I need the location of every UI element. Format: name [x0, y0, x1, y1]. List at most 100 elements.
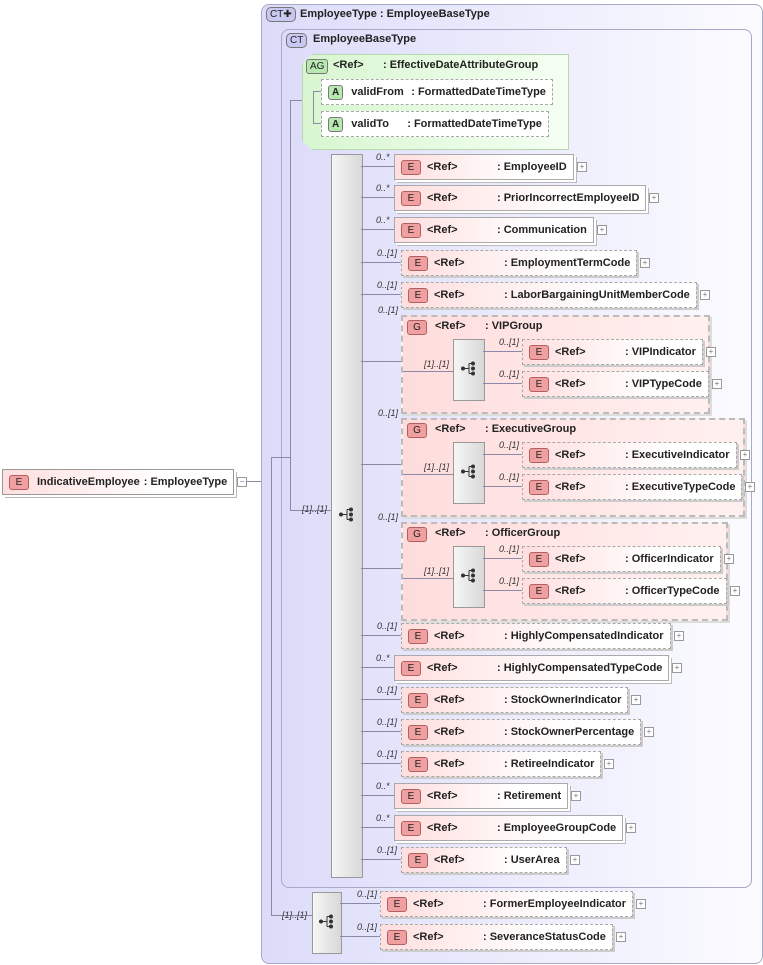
element-ref[interactable]: E <Ref>: HighlyCompensatedTypeCode [394, 655, 670, 681]
element-name: : EmploymentTermCode [504, 257, 631, 269]
cardinality-label: 0..[1] [377, 621, 398, 631]
connector-line [483, 351, 522, 352]
element-name: : EmployeeID [497, 161, 567, 173]
element-badge-icon: E [9, 474, 29, 490]
expand-icon[interactable]: + [626, 823, 636, 833]
cardinality-label: 0..* [376, 781, 390, 791]
element-name: : StockOwnerIndicator [504, 694, 622, 706]
expand-icon[interactable]: + [597, 225, 607, 235]
cardinality-label: 0..[1] [377, 280, 398, 290]
element-ref[interactable]: E <Ref>: RetireeIndicator [401, 751, 602, 777]
expand-icon[interactable]: + [740, 450, 750, 460]
attribute-group-name: : EffectiveDateAttributeGroup [383, 59, 539, 71]
main-sequence-compositor[interactable] [331, 154, 363, 878]
element-ref[interactable]: E <Ref>: EmployeeID [394, 154, 574, 180]
element-badge-icon: E [408, 255, 428, 271]
expand-icon[interactable]: + [577, 162, 587, 172]
connector-line [361, 667, 394, 668]
element-badge-icon: E [529, 551, 549, 567]
ref-label: <Ref> [555, 449, 586, 461]
attribute-0[interactable]: AvalidFrom: FormattedDateTimeType [321, 79, 553, 105]
element-ref[interactable]: E <Ref>: Communication [394, 217, 594, 243]
connector-line [340, 936, 380, 937]
element-ref[interactable]: E <Ref>: Retirement [394, 783, 569, 809]
group-child-element[interactable]: E <Ref>: OfficerIndicator [522, 546, 721, 572]
element-badge-icon: E [401, 660, 421, 676]
ref-label: <Ref> [427, 224, 458, 236]
element-badge-icon: E [408, 692, 428, 708]
element-name: : VIPTypeCode [625, 378, 702, 390]
connector-line [313, 123, 321, 124]
bottom-sequence-compositor[interactable] [312, 892, 342, 954]
element-name: : ExecutiveIndicator [625, 449, 730, 461]
expand-icon[interactable]: + [674, 631, 684, 641]
cardinality-label: 0..[1] [499, 544, 520, 554]
group-sequence-compositor[interactable] [453, 442, 485, 504]
connector-line [361, 635, 401, 636]
group-child-element[interactable]: E <Ref>: OfficerTypeCode [522, 578, 727, 604]
expand-icon[interactable]: + [724, 554, 734, 564]
connector-line [361, 827, 394, 828]
connector-line [361, 699, 401, 700]
group-badge-icon: G [407, 527, 427, 542]
expand-icon[interactable]: + [706, 347, 716, 357]
sequence-icon [338, 507, 356, 526]
group-child-element[interactable]: E <Ref>: ExecutiveTypeCode [522, 474, 743, 500]
element-ref[interactable]: E <Ref>: FormerEmployeeIndicator [380, 891, 634, 917]
element-badge-icon: E [401, 222, 421, 238]
group-child-element[interactable]: E <Ref>: VIPIndicator [522, 339, 703, 365]
element-ref[interactable]: E <Ref>: StockOwnerIndicator [401, 687, 629, 713]
element-badge-icon: E [529, 376, 549, 392]
expand-icon[interactable]: + [570, 855, 580, 865]
expand-icon[interactable]: + [640, 258, 650, 268]
connector-line [403, 371, 453, 372]
element-badge-icon: E [401, 820, 421, 836]
expand-icon[interactable]: + [700, 290, 710, 300]
cardinality-label: [1]..[1] [282, 910, 308, 920]
attribute-1[interactable]: AvalidTo: FormattedDateTimeType [321, 111, 549, 137]
element-badge-icon: E [408, 756, 428, 772]
element-name: : SeveranceStatusCode [483, 931, 606, 943]
element-name: : ExecutiveTypeCode [625, 481, 736, 493]
group-name: : VIPGroup [485, 320, 543, 332]
element-ref[interactable]: E <Ref>: UserArea [401, 847, 567, 873]
expand-icon[interactable]: + [745, 482, 755, 492]
ref-label: <Ref> [434, 854, 465, 866]
group-sequence-compositor[interactable] [453, 546, 485, 608]
expand-icon[interactable]: + [712, 379, 722, 389]
expand-icon[interactable]: + [730, 586, 740, 596]
connector-line [271, 457, 290, 458]
group-sequence-compositor[interactable] [453, 339, 485, 401]
element-ref[interactable]: E <Ref>: HighlyCompensatedIndicator [401, 623, 671, 649]
expand-icon[interactable]: + [672, 663, 682, 673]
expand-icon[interactable]: + [604, 759, 614, 769]
group-child-element[interactable]: E <Ref>: ExecutiveIndicator [522, 442, 737, 468]
connector-line [403, 578, 453, 579]
element-ref[interactable]: E <Ref>: EmploymentTermCode [401, 250, 638, 276]
connector-line [361, 229, 394, 230]
connector-line [483, 590, 522, 591]
connector-line [313, 91, 321, 92]
element-ref[interactable]: E <Ref>: SeveranceStatusCode [380, 924, 613, 950]
group-name: : ExecutiveGroup [485, 423, 577, 435]
cardinality-label: 0..[1] [378, 305, 399, 315]
expand-icon[interactable]: + [636, 899, 646, 909]
element-ref[interactable]: E <Ref>: PriorIncorrectEmployeeID [394, 185, 647, 211]
cardinality-label: [1]..[1] [302, 504, 328, 514]
element-ref[interactable]: E <Ref>: LaborBargainingUnitMemberCode [401, 282, 697, 308]
element-ref[interactable]: E <Ref>: StockOwnerPercentage [401, 719, 642, 745]
connector-line [361, 763, 401, 764]
group-child-element[interactable]: E <Ref>: VIPTypeCode [522, 371, 709, 397]
ref-label: <Ref> [427, 662, 458, 674]
expand-icon[interactable]: + [616, 932, 626, 942]
group-badge-icon: G [407, 320, 427, 335]
expand-icon[interactable]: + [644, 727, 654, 737]
expand-icon[interactable]: + [649, 193, 659, 203]
root-element[interactable]: E IndicativeEmployee: EmployeeType [2, 469, 235, 495]
element-badge-icon: E [529, 479, 549, 495]
expand-icon[interactable]: + [571, 791, 581, 801]
expand-icon[interactable]: + [631, 695, 641, 705]
collapse-icon[interactable]: − [237, 477, 247, 487]
attribute-group-icon: AG [306, 59, 329, 74]
element-ref[interactable]: E <Ref>: EmployeeGroupCode [394, 815, 624, 841]
